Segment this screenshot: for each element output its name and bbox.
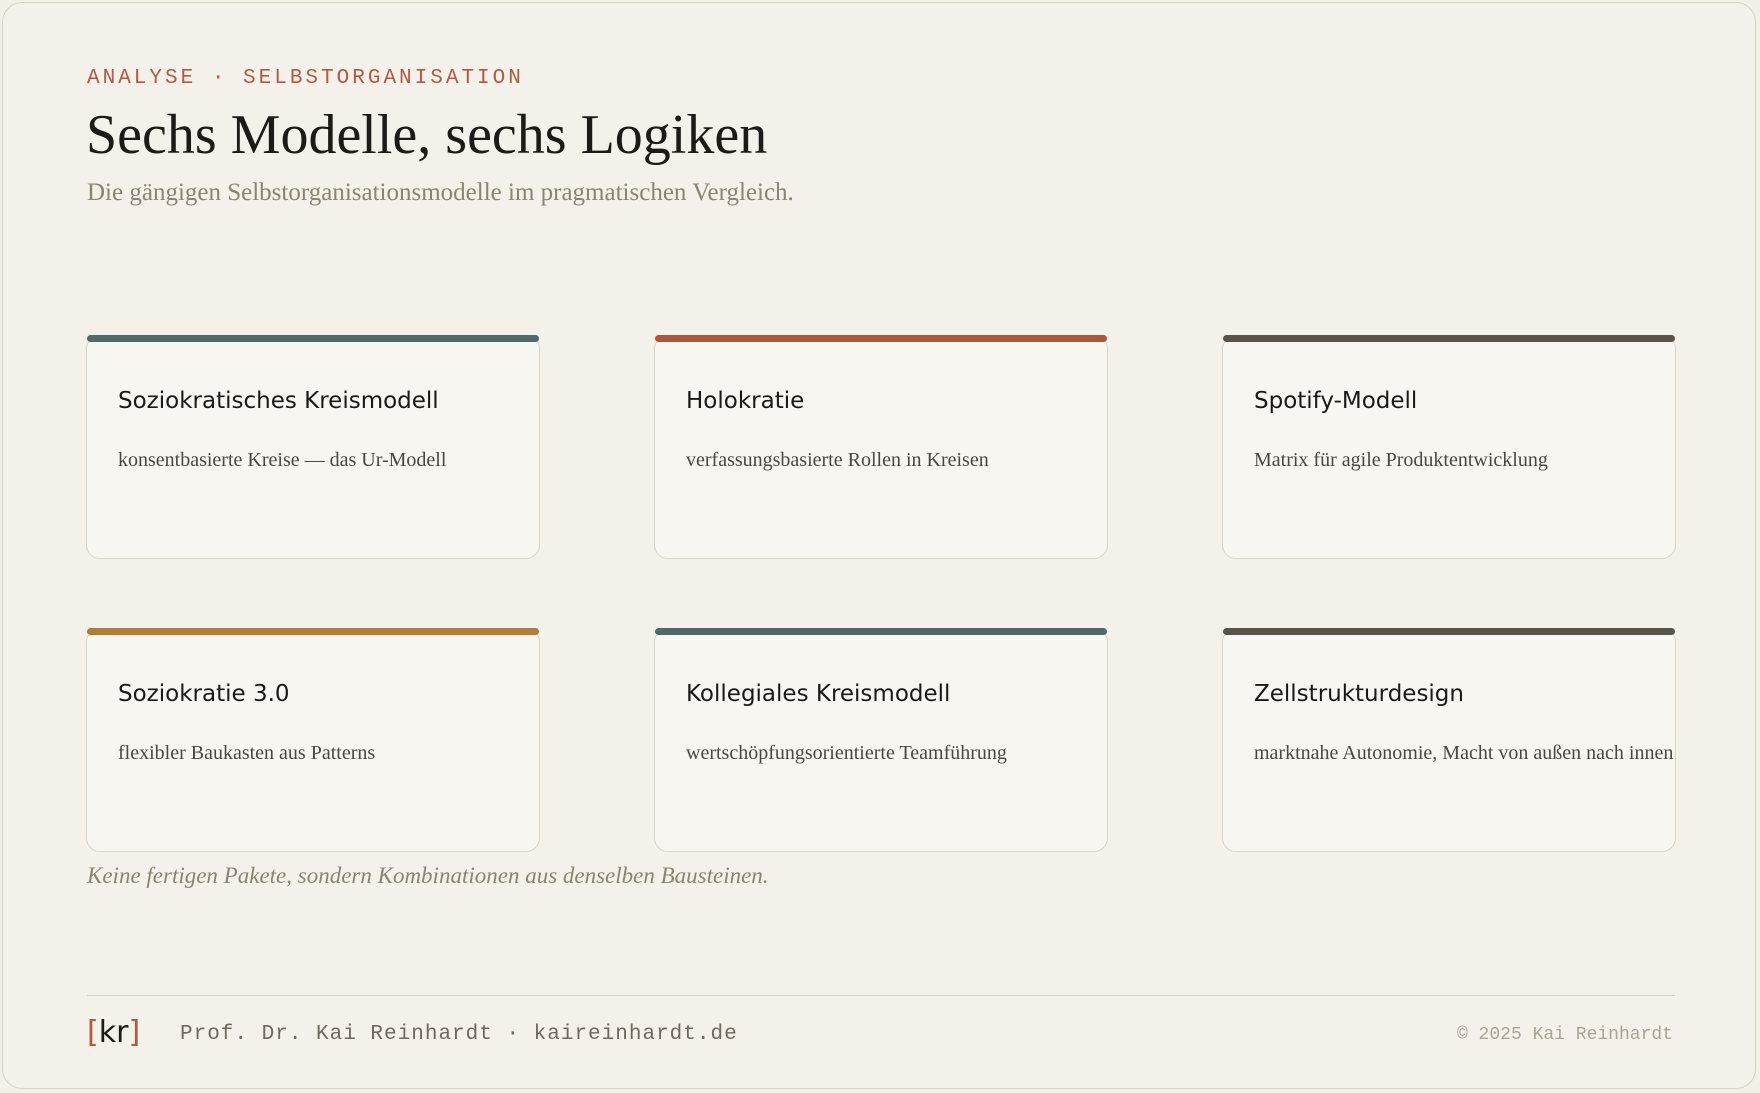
page-title: Sechs Modelle, sechs Logiken [86, 104, 768, 166]
summary-note: Keine fertigen Pakete, sondern Kombinati… [87, 863, 769, 888]
model-card-soziokratie-3-0: Soziokratie 3.0 flexibler Baukasten aus … [86, 628, 540, 852]
model-card-holokratie: Holokratie verfassungsbasierte Rollen in… [654, 335, 1108, 559]
model-card-soziokratisches-kreismodell: Soziokratisches Kreismodell konsentbasie… [86, 335, 540, 559]
card-accent-bar [87, 628, 539, 635]
card-title: Kollegiales Kreismodell [686, 681, 951, 707]
slide: ANALYSE · SELBSTORGANISATION Sechs Model… [2, 2, 1756, 1089]
page-subtitle: Die gängigen Selbstorganisationsmodelle … [87, 179, 794, 206]
kr-logo: [kr] [87, 1015, 140, 1050]
eyebrow-label: ANALYSE · SELBSTORGANISATION [87, 67, 524, 90]
card-title: Spotify-Modell [1254, 388, 1418, 414]
footer-divider [87, 995, 1675, 996]
card-accent-bar [1223, 628, 1675, 635]
card-title: Soziokratie 3.0 [118, 681, 290, 707]
card-accent-bar [655, 335, 1107, 342]
model-card-zellstrukturdesign: Zellstrukturdesign marktnahe Autonomie, … [1222, 628, 1676, 852]
card-title: Holokratie [686, 388, 805, 414]
card-description: verfassungsbasierte Rollen in Kreisen [686, 449, 989, 471]
card-title: Soziokratisches Kreismodell [118, 388, 439, 414]
logo-text: kr [98, 1015, 129, 1050]
card-description: wertschöpfungsorientierte Teamführung [686, 742, 1007, 764]
card-accent-bar [1223, 335, 1675, 342]
footer-author: Prof. Dr. Kai Reinhardt · kaireinhardt.d… [180, 1023, 738, 1046]
model-card-spotify-modell: Spotify-Modell Matrix für agile Produkte… [1222, 335, 1676, 559]
card-title: Zellstrukturdesign [1254, 681, 1464, 707]
logo-bracket-open: [ [87, 1015, 99, 1050]
footer-copyright: © 2025 Kai Reinhardt [1456, 1025, 1673, 1045]
card-description: Matrix für agile Produktentwicklung [1254, 449, 1548, 471]
card-description: marktnahe Autonomie, Macht von außen nac… [1254, 742, 1674, 764]
card-description: flexibler Baukasten aus Patterns [118, 742, 376, 764]
logo-bracket-close: ] [128, 1015, 141, 1050]
model-card-kollegiales-kreismodell: Kollegiales Kreismodell wertschöpfungsor… [654, 628, 1108, 852]
card-accent-bar [655, 628, 1107, 635]
card-accent-bar [87, 335, 539, 342]
card-description: konsentbasierte Kreise — das Ur-Modell [118, 449, 447, 471]
